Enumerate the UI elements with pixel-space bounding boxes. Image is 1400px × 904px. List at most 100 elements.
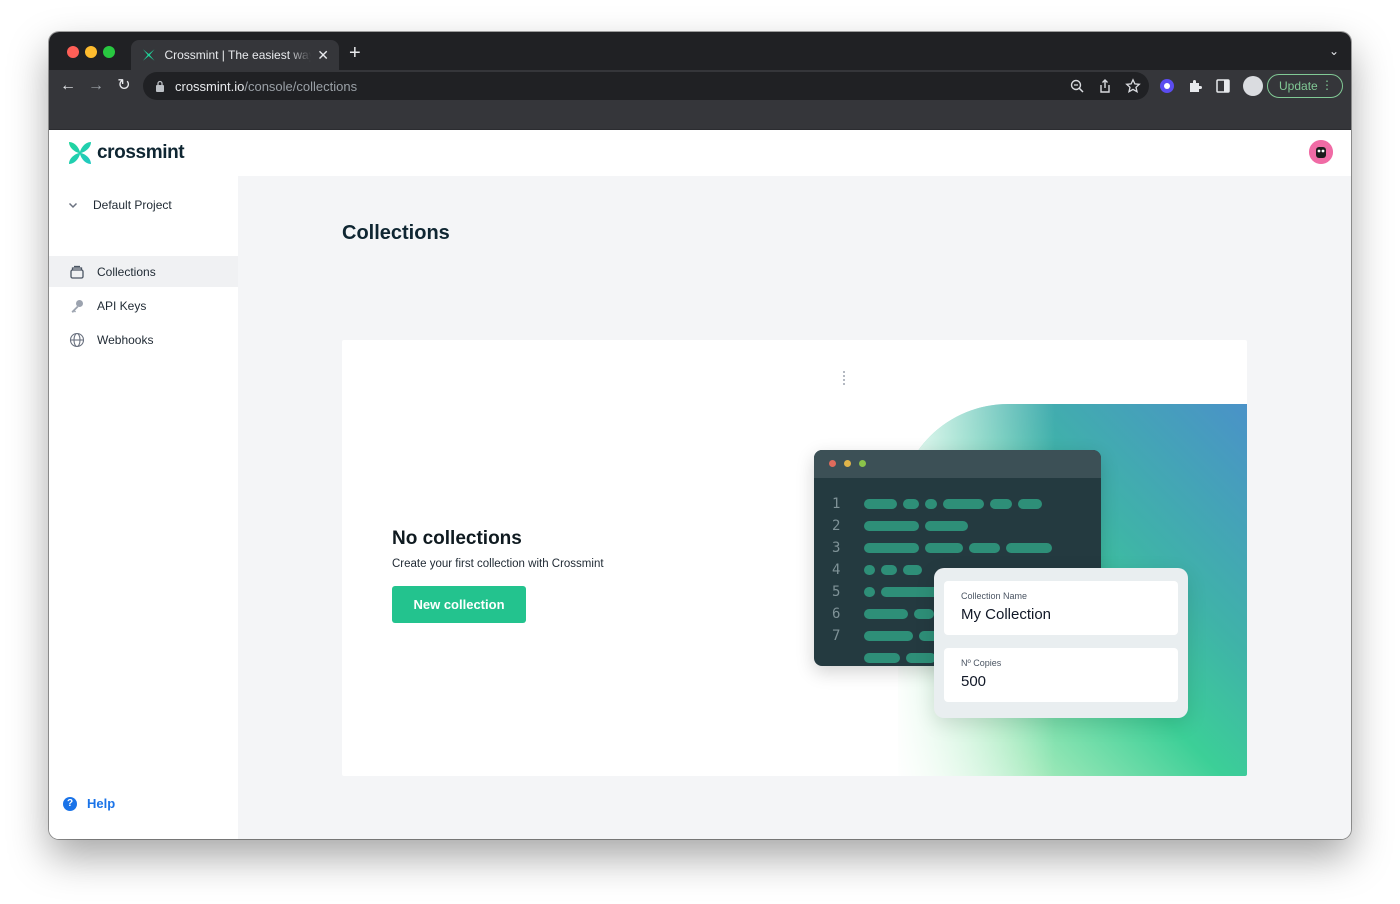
code-line-bar xyxy=(990,499,1012,509)
editor-titlebar xyxy=(814,450,1101,478)
line-number: 4 xyxy=(832,562,841,578)
puzzle-extensions-icon[interactable] xyxy=(1187,78,1203,94)
new-collection-button[interactable]: New collection xyxy=(392,586,526,623)
code-line-bar xyxy=(925,499,937,509)
code-line-bar xyxy=(969,543,1000,553)
collections-icon xyxy=(70,265,84,279)
empty-state-subtitle: Create your first collection with Crossm… xyxy=(392,558,604,570)
code-line-bar xyxy=(925,521,968,531)
line-number: 3 xyxy=(832,540,841,556)
drag-handle-icon xyxy=(843,371,845,385)
close-window-button[interactable] xyxy=(67,46,79,58)
crossmint-logo[interactable]: crossmint xyxy=(67,140,185,166)
sidebar-item-webhooks[interactable]: Webhooks xyxy=(49,324,238,355)
extension-icons xyxy=(1159,70,1263,102)
code-line-bar xyxy=(864,499,897,509)
code-line-bar xyxy=(881,587,941,597)
user-avatar[interactable] xyxy=(1309,140,1333,164)
side-panel-icon[interactable] xyxy=(1215,78,1231,94)
update-label: Update xyxy=(1279,79,1318,93)
profile-avatar-icon[interactable] xyxy=(1243,76,1263,96)
globe-icon xyxy=(69,332,85,347)
code-line-bar xyxy=(864,587,875,597)
help-link[interactable]: ? Help xyxy=(63,796,115,811)
sidebar-nav: Collections API Keys Webhooks xyxy=(49,256,238,358)
sidebar-item-label: Collections xyxy=(97,264,156,279)
crossmint-logo-icon xyxy=(69,142,91,164)
address-bar[interactable]: crossmint.io/console/collections xyxy=(143,72,1149,100)
copies-field: Nº Copies 500 xyxy=(944,648,1178,702)
code-line-bar xyxy=(881,565,897,575)
code-line-bar xyxy=(1018,499,1042,509)
collection-name-label: Collection Name xyxy=(961,591,1028,601)
reload-button[interactable]: ↻ xyxy=(113,75,135,97)
tab-search-chevron-icon[interactable]: ⌄ xyxy=(1329,44,1339,58)
code-line-bar xyxy=(864,609,908,619)
bookmark-bar xyxy=(49,102,1351,130)
code-line-bar xyxy=(914,609,934,619)
sidebar-item-api-keys[interactable]: API Keys xyxy=(49,290,238,321)
sidebar-item-label: API Keys xyxy=(97,298,147,313)
bookmark-star-icon[interactable] xyxy=(1125,78,1141,94)
code-line-bar xyxy=(864,631,913,641)
sidebar-item-label: Webhooks xyxy=(97,332,154,347)
forward-button[interactable]: → xyxy=(85,75,107,97)
extension-badge-icon[interactable] xyxy=(1159,78,1175,94)
line-number: 5 xyxy=(832,584,841,600)
back-button[interactable]: ← xyxy=(57,75,79,97)
collection-name-field: Collection Name My Collection xyxy=(944,581,1178,635)
zoom-icon[interactable] xyxy=(1069,78,1085,94)
share-icon[interactable] xyxy=(1097,78,1113,94)
code-line-bar xyxy=(903,499,919,509)
minimize-window-button[interactable] xyxy=(85,46,97,58)
code-line-bar xyxy=(1006,543,1052,553)
line-number: 6 xyxy=(832,606,841,622)
line-number: 1 xyxy=(832,496,841,512)
sidebar: Default Project Collections API Keys Web… xyxy=(49,176,238,839)
close-tab-icon[interactable]: ✕ xyxy=(317,48,329,62)
editor-red-dot xyxy=(829,460,836,467)
chevron-down-icon xyxy=(68,202,78,209)
line-number: 7 xyxy=(832,628,841,644)
avatar-character-icon xyxy=(1309,140,1333,164)
help-circle-icon: ? xyxy=(63,796,77,811)
more-menu-icon: ⋮ xyxy=(1321,78,1333,92)
copies-value: 500 xyxy=(961,673,987,690)
update-button[interactable]: Update ⋮ xyxy=(1267,74,1343,98)
copies-label: Nº Copies xyxy=(961,658,1002,668)
collection-form-illustration: Collection Name My Collection Nº Copies … xyxy=(934,568,1188,718)
code-line-bar xyxy=(906,653,936,663)
empty-state-title: No collections xyxy=(392,528,522,549)
code-line-bar xyxy=(864,543,919,553)
help-label: Help xyxy=(87,796,116,811)
url-host: crossmint.io xyxy=(175,78,245,94)
sidebar-item-collections[interactable]: Collections xyxy=(49,256,238,287)
code-line-bar xyxy=(864,565,875,575)
key-icon xyxy=(71,299,83,313)
url-path: /console/collections xyxy=(244,78,358,94)
browser-tab[interactable]: Crossmint | The easiest way to ✕ xyxy=(131,40,339,70)
app-header: crossmint xyxy=(49,130,1351,176)
page-title: Collections xyxy=(342,222,450,244)
crossmint-favicon-icon xyxy=(142,49,155,61)
zoom-window-button[interactable] xyxy=(103,46,115,58)
browser-toolbar: ← → ↻ crossmint.io/console/collections U… xyxy=(49,70,1351,102)
logo-text: crossmint xyxy=(97,142,185,163)
code-line-bar xyxy=(864,521,919,531)
project-selector[interactable]: Default Project xyxy=(67,198,172,212)
url-text: crossmint.io/console/collections xyxy=(175,79,357,94)
editor-green-dot xyxy=(859,460,866,467)
empty-state-card: No collections Create your first collect… xyxy=(342,340,1247,776)
line-number: 2 xyxy=(832,518,841,534)
browser-window: Crossmint | The easiest way to ✕ + ⌄ ← →… xyxy=(49,32,1351,839)
lock-icon xyxy=(156,80,164,92)
code-line-bar xyxy=(864,653,900,663)
editor-yellow-dot xyxy=(844,460,851,467)
new-tab-button[interactable]: + xyxy=(349,43,361,63)
code-line-bar xyxy=(943,499,984,509)
crossmint-console: crossmint Default Project Collections AP… xyxy=(49,130,1351,839)
omnibox-actions xyxy=(1069,72,1141,100)
collection-name-value: My Collection xyxy=(961,606,1052,623)
tab-strip: Crossmint | The easiest way to ✕ + ⌄ xyxy=(49,32,1351,70)
code-line-bar xyxy=(925,543,963,553)
